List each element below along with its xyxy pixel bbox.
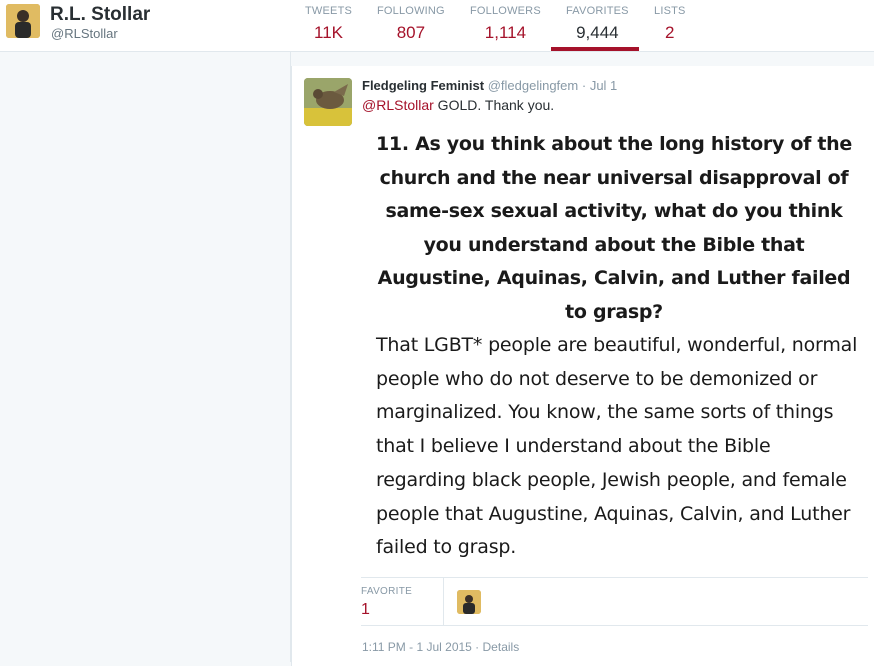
quoted-answer: That LGBT* people are beautiful, wonderf… [376,334,858,559]
tweet-header: Fledgeling Feminist @fledgelingfem · Jul… [362,78,617,93]
left-column [0,52,291,662]
tweet-date[interactable]: Jul 1 [590,78,617,93]
favorite-count-block[interactable]: FAVORITE 1 [361,578,444,625]
quoted-question: 11. As you think about the long history … [376,133,852,323]
stat-value: 11K [314,23,344,42]
tweet-author-handle[interactable]: @fledgelingfem [488,78,579,93]
profile-avatar[interactable] [6,4,40,38]
favorite-label: FAVORITE [361,586,413,597]
tweet-date-separator: · [581,78,587,93]
stat-label: TWEETS [305,5,353,17]
stat-followers[interactable]: FOLLOWERS 1,114 [470,5,541,43]
stat-value: 807 [396,23,426,42]
stat-following[interactable]: FOLLOWING 807 [377,5,445,43]
profile-header: R.L. Stollar @RLStollar TWEETS 11K FOLLO… [0,0,874,52]
tweet-author-avatar[interactable] [304,78,352,126]
stat-label: FAVORITES [566,5,629,17]
profile-handle: @RLStollar [51,26,118,41]
stat-value: 1,114 [484,23,527,42]
favorite-count: 1 [361,601,370,618]
tweet-text-body: GOLD. Thank you. [433,97,555,113]
stat-lists[interactable]: LISTS 2 [654,5,686,43]
mention-link[interactable]: @RLStollar [362,97,434,113]
tweet-timestamp-row: 1:11 PM - 1 Jul 2015 · Details [362,640,519,654]
active-tab-indicator [551,47,639,51]
profile-name[interactable]: R.L. Stollar [50,4,150,26]
tweet-timestamp: 1:11 PM - 1 Jul 2015 [362,640,472,654]
stat-tweets[interactable]: TWEETS 11K [305,5,352,43]
stat-value: 2 [665,23,675,42]
stat-label: FOLLOWERS [470,5,541,17]
tweet-panel: Fledgeling Feminist @fledgelingfem · Jul… [291,66,874,666]
details-link[interactable]: Details [483,640,520,654]
tweet-text: @RLStollar GOLD. Thank you. [362,97,554,113]
favoriter-avatar[interactable] [457,590,481,614]
stat-favorites[interactable]: FAVORITES 9,444 [566,5,629,43]
tweet-author-name[interactable]: Fledgeling Feminist [362,78,484,93]
stat-label: FOLLOWING [377,5,445,17]
stat-label: LISTS [654,5,686,17]
details-separator: · [471,640,483,654]
tweet-stats-row: FAVORITE 1 [361,577,868,626]
stat-value: 9,444 [576,23,619,42]
